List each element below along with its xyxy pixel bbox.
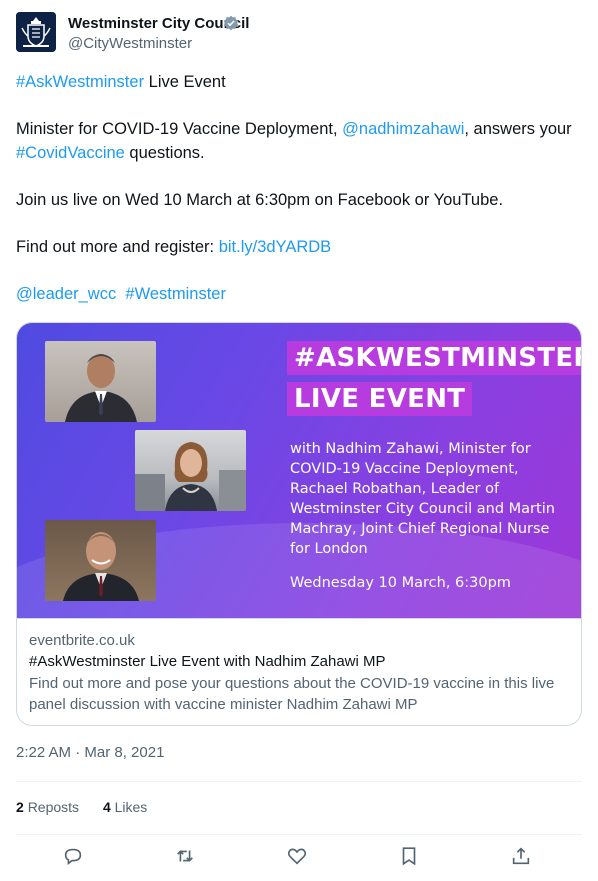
repost-button[interactable] [174, 845, 198, 869]
reply-button[interactable] [62, 845, 86, 869]
tweet-paragraph-5: @leader_wcc #Westminster [16, 282, 582, 306]
like-button[interactable] [286, 845, 310, 869]
bookmark-button[interactable] [398, 845, 422, 869]
hashtag-askwestminster[interactable]: #AskWestminster [16, 73, 144, 91]
verified-badge-icon [223, 15, 239, 31]
tweet-paragraph-2: Minister for COVID-19 Vaccine Deployment… [16, 117, 582, 165]
panelist-photo-1 [45, 341, 156, 422]
tweet-timestamp[interactable]: 2:22 AM · Mar 8, 2021 [16, 744, 164, 761]
tweet-text-segment: , answers your [464, 120, 572, 138]
hashtag-covidvaccine[interactable]: #CovidVaccine [16, 144, 125, 162]
promo-title-line-1: #ASKWESTMINSTER [287, 341, 581, 375]
tweet-paragraph-4: Find out more and register: bit.ly/3dYAR… [16, 235, 582, 259]
reposts-stat[interactable]: 2 Reposts [16, 799, 79, 815]
tweet-text-segment: Find out more and register: [16, 238, 219, 256]
avatar[interactable] [16, 12, 56, 52]
card-image[interactable]: #ASKWESTMINSTER LIVE EVENT with Nadhim Z… [17, 323, 581, 618]
tweet-paragraph-1: #AskWestminster Live Event [16, 70, 582, 94]
register-link[interactable]: bit.ly/3dYARDB [219, 238, 332, 256]
card-description: Find out more and pose your questions ab… [29, 675, 555, 713]
card-title: #AskWestminster Live Event with Nadhim Z… [29, 653, 386, 670]
tweet-text-segment: Minister for COVID-19 Vaccine Deployment… [16, 120, 343, 138]
likes-count: 4 [102, 799, 111, 815]
crest-icon [16, 12, 56, 52]
hashtag-westminster[interactable]: #Westminster [125, 285, 226, 303]
divider [16, 834, 582, 835]
card-meta[interactable]: eventbrite.co.uk #AskWestminster Live Ev… [17, 618, 581, 725]
reply-icon [64, 848, 82, 865]
tweet-text-segment: questions. [124, 144, 205, 162]
mention-leader-wcc[interactable]: @leader_wcc [16, 285, 116, 303]
likes-stat[interactable]: 4 Likes [103, 799, 147, 815]
repost-icon [177, 850, 193, 862]
share-button[interactable] [510, 845, 534, 869]
tweet-text-segment: Live Event [144, 73, 226, 91]
likes-label: Likes [114, 799, 148, 815]
panelist-photo-2 [135, 430, 246, 511]
tweet-stats: 2 Reposts 4 Likes [16, 799, 167, 815]
panelist-photo-3 [45, 520, 156, 601]
tweet-actions [0, 845, 598, 871]
promo-date: Wednesday 10 March, 6:30pm [290, 575, 511, 591]
divider [16, 781, 582, 782]
promo-title-line-2: LIVE EVENT [287, 382, 473, 416]
mention-nadhimzahawi[interactable]: @nadhimzahawi [342, 120, 464, 138]
like-icon [287, 848, 307, 865]
tweet-text: #AskWestminster Live Event Minister for … [16, 70, 582, 329]
link-card[interactable]: #ASKWESTMINSTER LIVE EVENT with Nadhim Z… [16, 322, 582, 726]
reposts-count: 2 [16, 799, 24, 815]
tweet-header: Westminster City Council @CityWestminste… [16, 12, 582, 54]
author-handle[interactable]: @CityWestminster [68, 35, 192, 52]
share-icon [512, 847, 530, 865]
card-domain: eventbrite.co.uk [29, 632, 135, 649]
tweet-paragraph-3: Join us live on Wed 10 March at 6:30pm o… [16, 191, 504, 209]
bookmark-icon [402, 847, 416, 866]
promo-description: with Nadhim Zahawi, Minister for COVID-1… [290, 441, 555, 557]
reposts-label: Reposts [27, 799, 80, 815]
